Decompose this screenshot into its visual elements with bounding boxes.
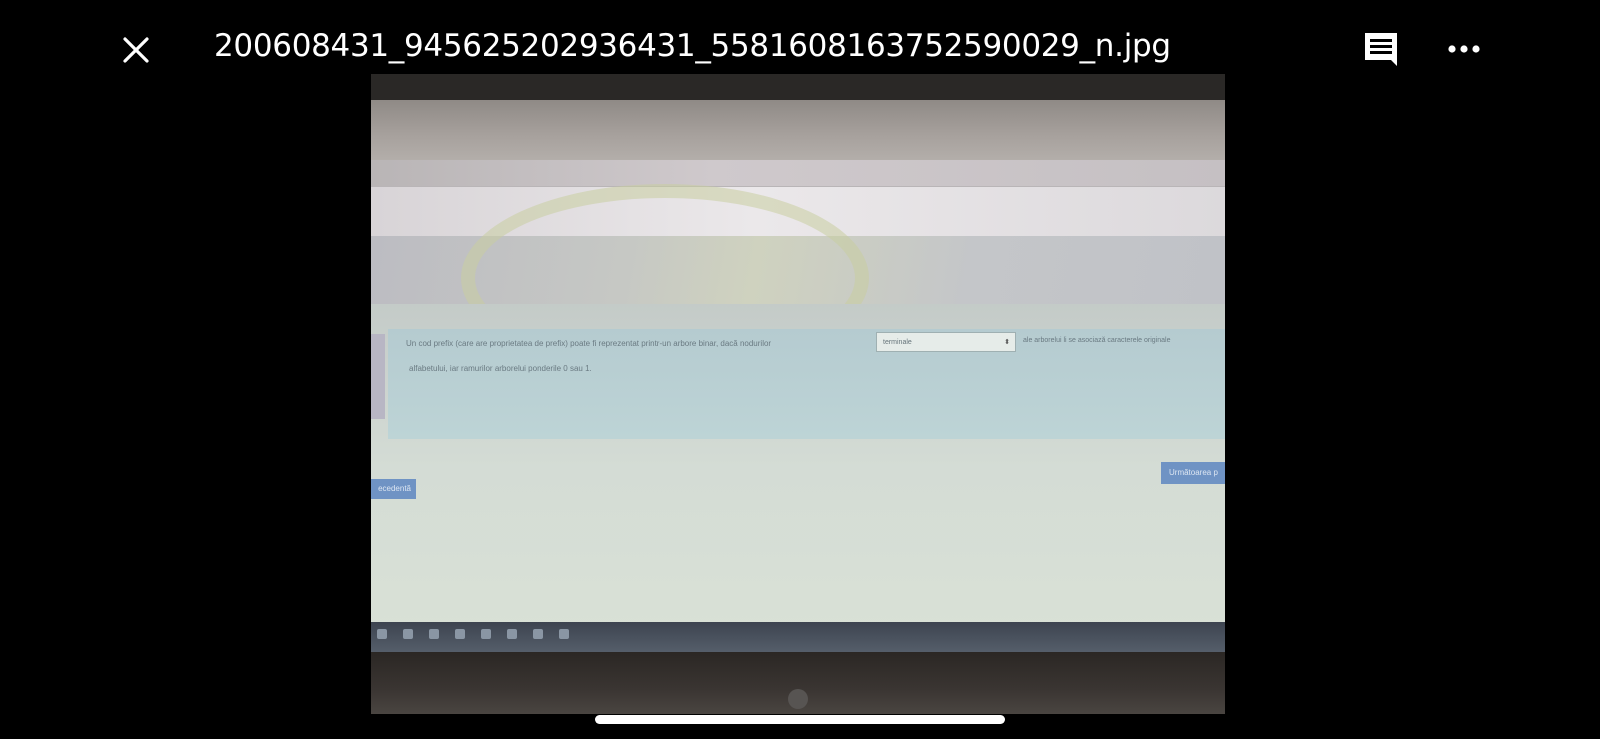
photo-prev-page-button: ecedentă [371, 479, 416, 499]
comment-button[interactable] [1360, 28, 1402, 70]
photo-next-page-button: Următoarea p [1161, 462, 1225, 484]
photo-browser-icon [455, 629, 465, 639]
photo-monitor-top [371, 74, 1225, 100]
comment-icon [1365, 33, 1397, 66]
photo-folder-icon [507, 629, 517, 639]
home-indicator[interactable] [595, 715, 1005, 724]
photo-taskbar [371, 622, 1225, 652]
image-viewer: 200608431_945625202936431_55816081637525… [0, 0, 1600, 739]
photo-store-icon [481, 629, 491, 639]
photo-browser-tabs [371, 160, 1225, 186]
photo-hp-logo [788, 689, 808, 709]
photo-taskview-icon [429, 629, 439, 639]
more-options-button[interactable] [1446, 34, 1482, 64]
more-options-icon [1448, 45, 1480, 53]
close-icon [123, 37, 149, 63]
photo-answer-dropdown: terminale ⬍ [876, 332, 1016, 352]
photo-browser-bar [371, 100, 1225, 160]
photo-search-icon [403, 629, 413, 639]
photo-windows-icon [377, 629, 387, 639]
close-button[interactable] [116, 30, 156, 70]
photo-dropdown-value: terminale [883, 339, 912, 346]
photo-chrome-icon [533, 629, 543, 639]
chevron-updown-icon: ⬍ [1004, 339, 1010, 346]
file-name-title: 200608431_945625202936431_55816081637525… [214, 28, 1171, 64]
photo-question-line1-end: ale arborelui li se asociază caracterele… [1023, 337, 1171, 344]
photo-question-line2: alfabetului, iar ramurilor arborelui pon… [409, 364, 592, 373]
photo-question-line1: Un cod prefix (care are proprietatea de … [406, 339, 772, 348]
photo-left-stripe [371, 334, 385, 419]
photo-app-icon [559, 629, 569, 639]
photo: Un cod prefix (care are proprietatea de … [371, 74, 1225, 714]
